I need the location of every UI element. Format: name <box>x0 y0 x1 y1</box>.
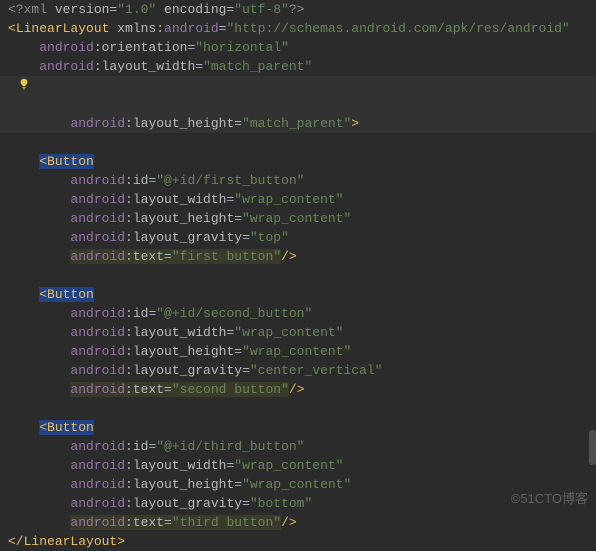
code-line[interactable]: android:id="@+id/second_button" <box>0 304 596 323</box>
code-line-blank[interactable] <box>0 266 596 285</box>
lightbulb-icon[interactable] <box>18 78 30 90</box>
code-line[interactable]: <Button <box>0 285 596 304</box>
xml-pi: <?xml <box>8 2 47 17</box>
code-line[interactable]: android:text="second button"/> <box>0 380 596 399</box>
code-line[interactable]: android:layout_gravity="top" <box>0 228 596 247</box>
code-line[interactable]: <LinearLayout xmlns:android="http://sche… <box>0 19 596 38</box>
tag-button: Button <box>47 420 94 435</box>
code-line[interactable]: android:text="first button"/> <box>0 247 596 266</box>
code-line-selected[interactable]: android:layout_height="match_parent"> <box>0 76 596 133</box>
code-line[interactable]: <Button <box>0 152 596 171</box>
code-line-blank[interactable] <box>0 133 596 152</box>
code-line-blank[interactable] <box>0 399 596 418</box>
code-line[interactable]: android:layout_gravity="center_vertical" <box>0 361 596 380</box>
tag-linearlayout-close: LinearLayout <box>24 534 118 549</box>
code-line[interactable]: android:layout_width="wrap_content" <box>0 190 596 209</box>
code-line[interactable]: </LinearLayout> <box>0 532 596 551</box>
code-line[interactable]: android:layout_width="wrap_content" <box>0 456 596 475</box>
tag-button: Button <box>47 154 94 169</box>
code-line[interactable]: <Button <box>0 418 596 437</box>
code-line[interactable]: android:id="@+id/third_button" <box>0 437 596 456</box>
scrollbar-thumb[interactable] <box>589 430 596 465</box>
code-line[interactable]: android:layout_height="wrap_content" <box>0 475 596 494</box>
tag-button: Button <box>47 287 94 302</box>
code-line[interactable]: android:layout_gravity="bottom" <box>0 494 596 513</box>
code-line[interactable]: android:layout_height="wrap_content" <box>0 209 596 228</box>
code-line[interactable]: android:orientation="horizontal" <box>0 38 596 57</box>
code-line[interactable]: android:text="third button"/> <box>0 513 596 532</box>
code-line[interactable]: android:layout_width="match_parent" <box>0 57 596 76</box>
tag-linearlayout: LinearLayout <box>16 21 110 36</box>
code-line[interactable]: <?xml version="1.0" encoding="utf-8"?> <box>0 0 596 19</box>
code-line[interactable]: android:layout_width="wrap_content" <box>0 323 596 342</box>
code-line[interactable]: android:id="@+id/first_button" <box>0 171 596 190</box>
code-line[interactable]: android:layout_height="wrap_content" <box>0 342 596 361</box>
code-editor[interactable]: <?xml version="1.0" encoding="utf-8"?> <… <box>0 0 596 551</box>
